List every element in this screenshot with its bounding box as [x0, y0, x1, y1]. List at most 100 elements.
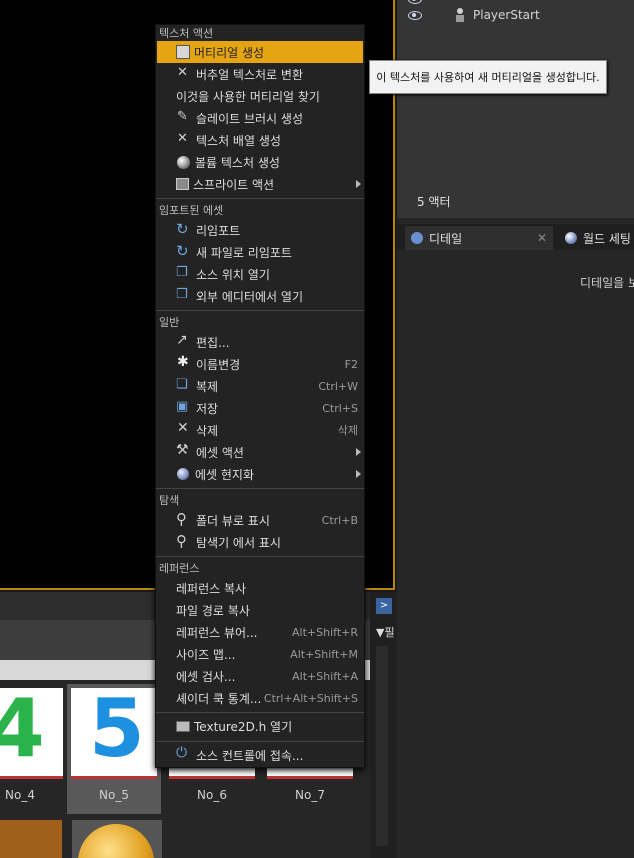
menu-item-open-external-editor[interactable]: 외부 에디터에서 열기	[157, 285, 363, 307]
asset-label: No_7	[295, 788, 325, 802]
menu-item-label: 파일 경로 복사	[176, 603, 250, 618]
menu-item-copy-reference[interactable]: 레퍼런스 복사	[157, 577, 363, 599]
open-location-icon	[176, 265, 192, 281]
asset-thumbnail-partial[interactable]	[0, 820, 62, 858]
external-editor-icon	[176, 287, 192, 303]
menu-item-open-source-location[interactable]: 소스 위치 열기	[157, 263, 363, 285]
tooltip: 이 텍스처를 사용하여 새 머티리얼을 생성합니다.	[369, 60, 607, 94]
menu-item-show-in-explorer[interactable]: 탐색기 에서 표시	[157, 531, 363, 553]
menu-item-duplicate[interactable]: 복제 Ctrl+W	[157, 375, 363, 397]
menu-item-reimport-new-file[interactable]: 새 파일로 리임포트	[157, 241, 363, 263]
menu-item-label: 탐색기 에서 표시	[196, 535, 281, 550]
menu-item-rename[interactable]: 이름변경 F2	[157, 353, 363, 375]
menu-item-connect-source-control[interactable]: 소스 컨트롤에 접속...	[157, 744, 363, 766]
asset-thumbnail: 5	[71, 682, 157, 776]
menu-item-asset-actions[interactable]: 에셋 액션	[157, 441, 363, 463]
menu-item-label: 에셋 액션	[196, 445, 244, 460]
menu-item-label: 사이즈 맵...	[176, 647, 236, 662]
asset-tile-no5[interactable]: 5 No_5	[67, 682, 161, 814]
details-hint: 디테일을 보	[580, 276, 634, 290]
menu-item-label: 에셋 검사...	[176, 669, 236, 684]
asset-thumbnail-sphere[interactable]	[72, 820, 162, 858]
menu-item-label: Texture2D.h 열기	[194, 719, 293, 734]
menu-item-shortcut: Ctrl+S	[322, 401, 358, 415]
edit-icon	[176, 332, 192, 349]
menu-item-save[interactable]: 저장 Ctrl+S	[157, 397, 363, 419]
tab-details-label: 디테일	[429, 231, 463, 246]
menu-item-label: 머티리얼 생성	[194, 45, 265, 60]
menu-item-label: 레퍼런스 뷰어...	[176, 625, 258, 640]
menu-item-find-materials[interactable]: 이것을 사용한 머티리얼 찾기	[157, 85, 363, 107]
wrench-icon	[176, 442, 192, 459]
menu-item-reference-viewer[interactable]: 레퍼런스 뷰어... Alt+Shift+R	[157, 621, 363, 643]
menu-item-open-header[interactable]: Texture2D.h 열기	[157, 715, 363, 737]
tab-world-settings[interactable]: 월드 세팅	[559, 226, 634, 250]
menu-item-label: 소스 컨트롤에 접속...	[196, 748, 304, 763]
menu-item-shortcut: F2	[344, 357, 358, 371]
menu-item-create-material[interactable]: 머티리얼 생성	[157, 41, 363, 63]
menu-separator	[156, 556, 364, 557]
section-texture-actions: 텍스처 액션	[159, 27, 214, 40]
menu-item-label: 삭제	[196, 423, 219, 438]
menu-item-shortcut: 삭제	[337, 424, 358, 437]
close-icon[interactable]: ✕	[537, 231, 547, 245]
thumbnail-digit: 4	[0, 682, 45, 775]
menu-item-sprite-actions[interactable]: 스프라이트 액션	[157, 173, 363, 195]
menu-item-asset-localization[interactable]: 에셋 현지화	[157, 463, 363, 485]
menu-item-label: 복제	[196, 379, 219, 394]
console-icon[interactable]: >	[376, 598, 392, 614]
save-icon	[176, 399, 192, 415]
section-general: 일반	[159, 316, 180, 329]
menu-item-label: 소스 위치 열기	[196, 267, 270, 282]
asset-tile-no4[interactable]: 4 No_4	[0, 682, 67, 814]
asset-label: No_5	[99, 788, 129, 802]
folder-search-icon	[176, 510, 192, 528]
menu-item-reimport[interactable]: 리임포트	[157, 219, 363, 241]
eye-icon[interactable]	[407, 0, 423, 4]
menu-item-shortcut: Ctrl+Alt+Shift+S	[263, 691, 358, 705]
menu-item-show-in-folder-view[interactable]: 폴더 뷰로 표시 Ctrl+B	[157, 509, 363, 531]
tab-world-label: 월드 세팅	[583, 231, 631, 246]
scrollbar[interactable]	[376, 646, 388, 846]
menu-item-create-volume-texture[interactable]: 볼륨 텍스처 생성	[157, 151, 363, 173]
tab-details[interactable]: 디테일 ✕	[405, 226, 553, 250]
array-icon	[176, 131, 192, 147]
menu-item-label: 폴더 뷰로 표시	[196, 513, 270, 528]
menu-item-shader-cook-stats[interactable]: 셰이더 쿡 통계... Ctrl+Alt+Shift+S	[157, 687, 363, 709]
menu-item-audit-assets[interactable]: 에셋 검사... Alt+Shift+A	[157, 665, 363, 687]
convert-icon	[176, 65, 192, 81]
menu-item-label: 이것을 사용한 머티리얼 찾기	[176, 89, 320, 104]
menu-item-label: 편집...	[196, 335, 230, 350]
menu-item-label: 버추얼 텍스처로 변환	[196, 67, 303, 82]
menu-item-label: 볼륨 텍스처 생성	[195, 155, 280, 170]
globe-icon	[565, 232, 577, 244]
section-imported-asset: 임포트된 에셋	[159, 204, 224, 217]
menu-item-label: 이름변경	[196, 357, 241, 372]
material-icon	[176, 45, 190, 59]
world-outliner: PlayerStart 5 액터	[397, 0, 634, 218]
filter-button[interactable]: ▼필	[376, 624, 395, 640]
code-icon	[176, 720, 190, 732]
menu-item-label: 레퍼런스 복사	[176, 581, 247, 596]
menu-separator	[156, 712, 364, 713]
menu-item-label: 스프라이트 액션	[193, 177, 275, 192]
menu-item-label: 슬레이트 브러시 생성	[196, 111, 303, 126]
section-explore: 탐색	[159, 494, 180, 507]
duplicate-icon	[176, 377, 192, 393]
brush-icon	[176, 109, 192, 125]
menu-item-label: 리임포트	[196, 223, 241, 238]
menu-item-create-slate-brush[interactable]: 슬레이트 브러시 생성	[157, 107, 363, 129]
menu-item-copy-file-path[interactable]: 파일 경로 복사	[157, 599, 363, 621]
asset-label: No_4	[5, 788, 35, 802]
menu-item-edit[interactable]: 편집...	[157, 331, 363, 353]
menu-item-create-texture-array[interactable]: 텍스처 배열 생성	[157, 129, 363, 151]
menu-item-label: 저장	[196, 401, 219, 416]
menu-item-delete[interactable]: 삭제 삭제	[157, 419, 363, 441]
asset-type-bar	[0, 776, 63, 779]
menu-item-shortcut: Ctrl+B	[321, 513, 358, 527]
outliner-row-playerstart[interactable]: PlayerStart	[407, 6, 540, 24]
menu-separator	[156, 741, 364, 742]
menu-item-size-map[interactable]: 사이즈 맵... Alt+Shift+M	[157, 643, 363, 665]
eye-icon[interactable]	[407, 10, 423, 20]
menu-item-convert-virtual-texture[interactable]: 버추얼 텍스처로 변환	[157, 63, 363, 85]
